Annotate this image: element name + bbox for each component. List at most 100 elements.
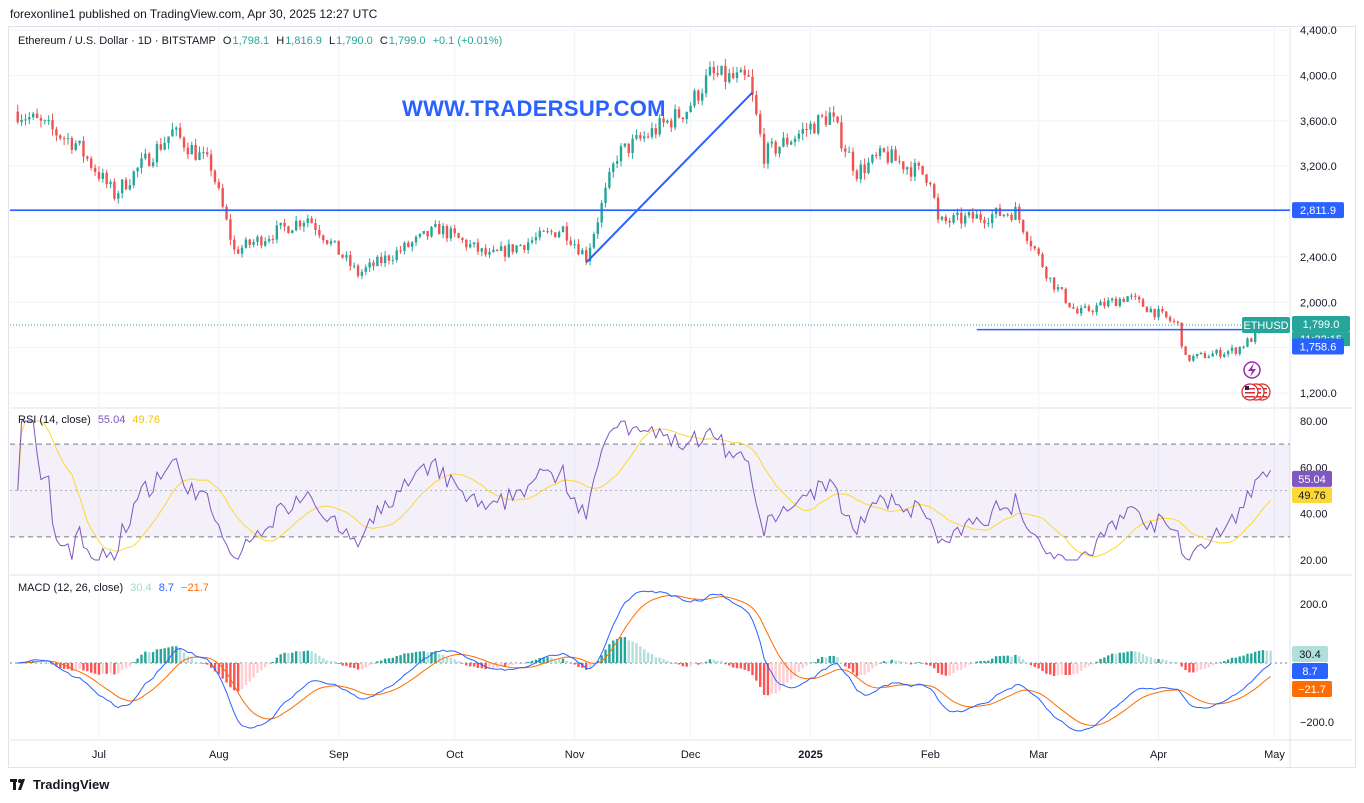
candle-body <box>503 246 507 257</box>
candle-body <box>708 67 712 76</box>
macd-histogram-bar <box>376 661 379 663</box>
candle-body <box>314 223 317 230</box>
macd-histogram-bar <box>39 662 43 663</box>
candle-body <box>159 144 163 150</box>
chart-canvas[interactable]: 4,400.0 4,000.0 3,600.0 3,200.0 2,400.0 2,000… <box>0 0 1364 803</box>
macd-histogram-bar <box>1137 652 1141 663</box>
macd-histogram-bar <box>291 652 294 663</box>
candle-body <box>639 135 642 139</box>
macd-histogram-bar <box>530 660 534 663</box>
candle-body <box>124 179 128 190</box>
macd-histogram-bar <box>1037 663 1040 669</box>
candle-body <box>1223 354 1226 357</box>
macd-histogram-bar <box>642 649 646 663</box>
candle-body <box>86 156 89 159</box>
candle-body <box>1118 299 1122 307</box>
candle-body <box>225 206 228 220</box>
candle-body <box>422 231 425 234</box>
candle-body <box>890 149 893 163</box>
price-tick-label: 3,200.0 <box>1300 161 1337 173</box>
macd-histogram-bar <box>646 652 650 663</box>
candle-body <box>1238 346 1241 354</box>
macd-value-badge-text: 8.7 <box>1302 666 1317 678</box>
macd-histogram-bar <box>1079 663 1083 671</box>
candle-body <box>78 140 81 144</box>
macd-histogram-bar <box>387 658 391 663</box>
candle-body <box>1126 296 1129 302</box>
candle-body <box>395 250 398 260</box>
candle-body <box>952 215 955 223</box>
macd-histogram-bar <box>1215 662 1218 664</box>
candle-body <box>956 212 959 216</box>
candle-body <box>190 145 193 155</box>
macd-histogram-bar <box>824 657 828 663</box>
macd-histogram-bar <box>1018 656 1021 663</box>
macd-histogram-bar <box>940 663 944 675</box>
candle-body <box>1226 351 1230 355</box>
candle-body <box>530 240 534 243</box>
macd-histogram-bar <box>461 663 464 664</box>
candle-body <box>35 113 39 119</box>
macd-histogram-bar <box>913 662 917 664</box>
macd-histogram-bar <box>929 663 932 666</box>
macd-histogram-bar <box>1261 650 1265 663</box>
macd-histogram-bar <box>697 663 700 665</box>
candle-body <box>349 255 352 266</box>
candle-body <box>770 141 774 144</box>
macd-histogram-bar <box>639 646 642 663</box>
candle-body <box>345 255 348 258</box>
last-price-badge: 1,799.0 <box>1292 316 1350 333</box>
candle-body <box>948 220 951 223</box>
candle-body <box>1002 214 1006 216</box>
candle-body <box>279 222 282 226</box>
candle-body <box>182 137 186 148</box>
candle-body <box>863 164 866 174</box>
macd-histogram-bar <box>120 663 124 670</box>
candle-body <box>1134 295 1137 297</box>
macd-histogram-bar <box>349 663 352 668</box>
macd-histogram-bar <box>561 658 565 663</box>
macd-histogram-bar <box>465 663 468 666</box>
candle-body <box>186 147 190 155</box>
macd-hist-badge: 30.4 <box>1292 646 1328 662</box>
macd-histogram-bar <box>372 663 375 665</box>
macd-histogram-bar <box>755 663 758 681</box>
time-tick-label: May <box>1264 749 1285 761</box>
candle-body <box>909 167 913 177</box>
macd-histogram-bar <box>693 663 696 664</box>
candle-body <box>337 240 340 255</box>
candle-body <box>441 226 445 235</box>
candle-body <box>62 138 66 140</box>
macd-histogram-bar <box>1153 659 1156 663</box>
macd-histogram-bar <box>704 661 708 663</box>
time-tick-label: Dec <box>681 749 701 761</box>
candle-body <box>1076 308 1079 314</box>
macd-histogram-bar <box>1234 657 1238 663</box>
candle-body <box>461 238 464 240</box>
candle-body <box>554 232 557 238</box>
candle-body <box>1029 240 1033 247</box>
level-low-badge: 1,758.6 <box>1292 338 1344 355</box>
macd-histogram-bar <box>905 662 909 664</box>
macd-histogram-bar <box>1021 659 1025 663</box>
macd-histogram-bar <box>747 663 750 672</box>
candle-body <box>801 128 804 134</box>
macd-histogram-bar <box>190 658 193 663</box>
macd-histogram-bar <box>414 652 418 663</box>
candle-body <box>983 219 986 224</box>
tradingview-logo[interactable]: TradingView <box>10 777 109 792</box>
macd-histogram-bar <box>762 663 766 695</box>
candle-body <box>542 230 545 232</box>
candle-body <box>120 179 124 194</box>
candle-body <box>1068 302 1071 308</box>
macd-histogram-bar <box>1014 654 1017 663</box>
candle-body <box>383 255 387 264</box>
candle-body <box>670 120 673 128</box>
candle-body <box>747 75 750 77</box>
candle-body <box>1103 301 1106 307</box>
candle-body <box>368 262 371 268</box>
symbol-title[interactable]: Ethereum / U.S. Dollar · 1D · BITSTAMP <box>18 35 216 47</box>
macd-histogram-bar <box>256 663 259 673</box>
time-tick-label: Mar <box>1029 749 1048 761</box>
macd-histogram-bar <box>1010 656 1013 663</box>
